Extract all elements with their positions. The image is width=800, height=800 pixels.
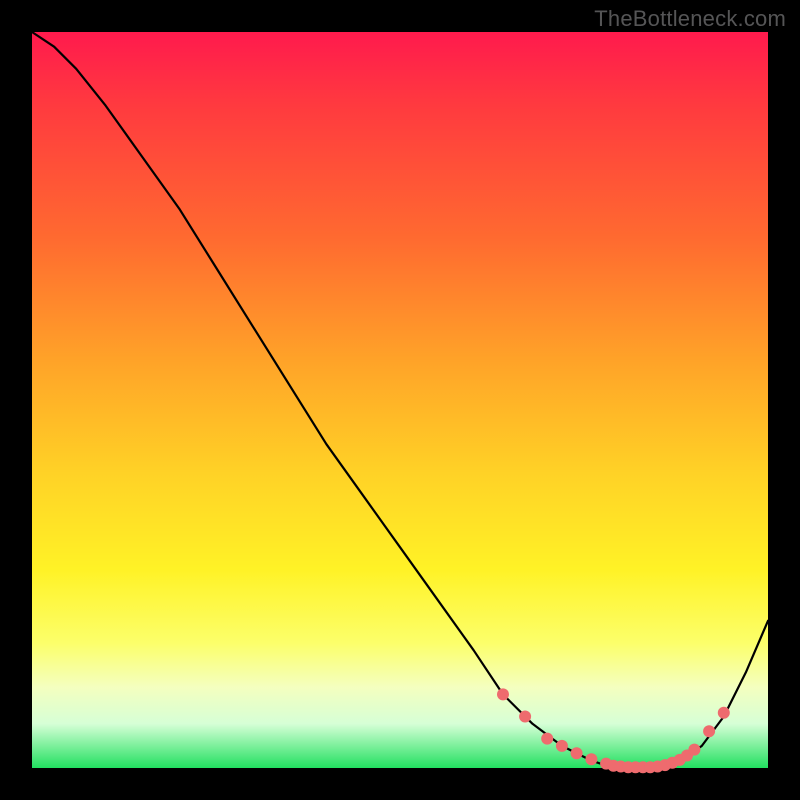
chart-svg (32, 32, 768, 768)
marker-dot (497, 688, 509, 700)
marker-dot (718, 707, 730, 719)
chart-frame: TheBottleneck.com (0, 0, 800, 800)
marker-dot (556, 740, 568, 752)
marker-dot (703, 725, 715, 737)
marker-group (497, 688, 730, 773)
watermark-text: TheBottleneck.com (594, 6, 786, 32)
marker-dot (571, 747, 583, 759)
marker-dot (688, 744, 700, 756)
plot-area (32, 32, 768, 768)
curve-line (32, 32, 768, 768)
marker-dot (519, 711, 531, 723)
marker-dot (585, 753, 597, 765)
marker-dot (541, 733, 553, 745)
